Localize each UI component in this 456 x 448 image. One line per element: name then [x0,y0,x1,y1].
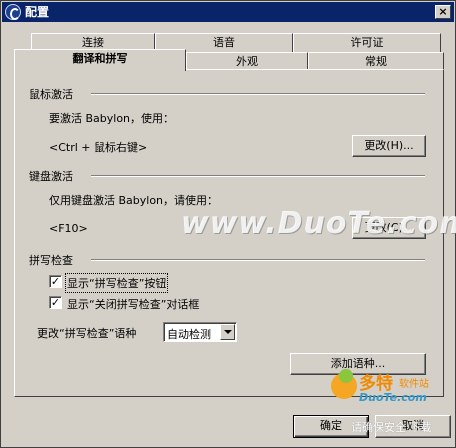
section-divider [91,175,425,177]
tab-label: 连接 [82,36,104,49]
keyboard-shortcut-value: <F10> [49,222,88,235]
tab-label: 许可证 [350,36,384,49]
change-mouse-shortcut-button[interactable]: 更改(H)... [352,135,426,157]
show-close-spellcheck-dialog-label[interactable]: 显示“关闭拼写检查”对话框 [67,296,199,312]
section-title-mouse: 鼠标激活 [29,88,73,101]
spellcheck-language-label: 更改“拼写检查”语种 [37,327,137,340]
keyboard-activation-description: 仅用键盘激活 Babylon，请使用： [49,194,219,207]
tab-label: 常规 [365,55,387,68]
tab-appearance[interactable]: 外观 [186,52,308,70]
show-spellcheck-button-label[interactable]: 显示“拼写检查”按钮 [64,273,169,293]
section-divider [91,93,425,95]
mouse-shortcut-value: <Ctrl + 鼠标右键> [49,141,148,154]
babylon-app-icon [5,4,21,20]
show-close-spellcheck-dialog-checkbox[interactable]: ✓ [49,296,62,309]
checkmark-icon: ✓ [50,296,61,309]
tab-general[interactable]: 常规 [308,52,444,70]
spellcheck-language-value: 自动检测 [167,328,211,341]
duote-logo: 多特 软件站 DuoTe.com [331,369,451,409]
config-dialog: 配置 × 连接 语音 许可证 翻译和拼写 外观 常规 鼠标激活 要激活 Baby… [0,0,456,448]
tab-license[interactable]: 许可证 [293,33,441,52]
mouse-activation-description: 要激活 Babylon，使用： [49,112,175,125]
section-title-spellcheck: 拼写检查 [29,254,73,267]
close-button[interactable]: × [435,5,451,19]
logo-subtitle: 软件站 [399,379,429,390]
duote-logo-icon [331,369,357,399]
title-bar[interactable]: 配置 × [2,2,454,22]
logo-url: DuoTe.com [359,391,427,404]
show-spellcheck-button-checkbox[interactable]: ✓ [49,275,62,288]
tab-label: 外观 [236,55,258,68]
spellcheck-language-select[interactable]: 自动检测 [163,322,237,342]
checkmark-icon: ✓ [50,275,61,288]
window-title: 配置 [25,5,50,19]
tab-panel-translation-spelling: 鼠标激活 要激活 Babylon，使用： <Ctrl + 鼠标右键> 更改(H)… [14,69,444,397]
tab-translation-spelling[interactable]: 翻译和拼写 [14,49,186,71]
change-keyboard-shortcut-button[interactable]: 更改(C)... [352,217,426,239]
tab-label: 语音 [213,36,235,49]
chevron-down-icon[interactable] [220,324,235,340]
tab-label: 翻译和拼写 [72,52,128,65]
section-divider [91,259,425,261]
watermark-overlay-text: 请确保安全 下载 [351,421,432,434]
section-title-keyboard: 键盘激活 [29,170,73,183]
